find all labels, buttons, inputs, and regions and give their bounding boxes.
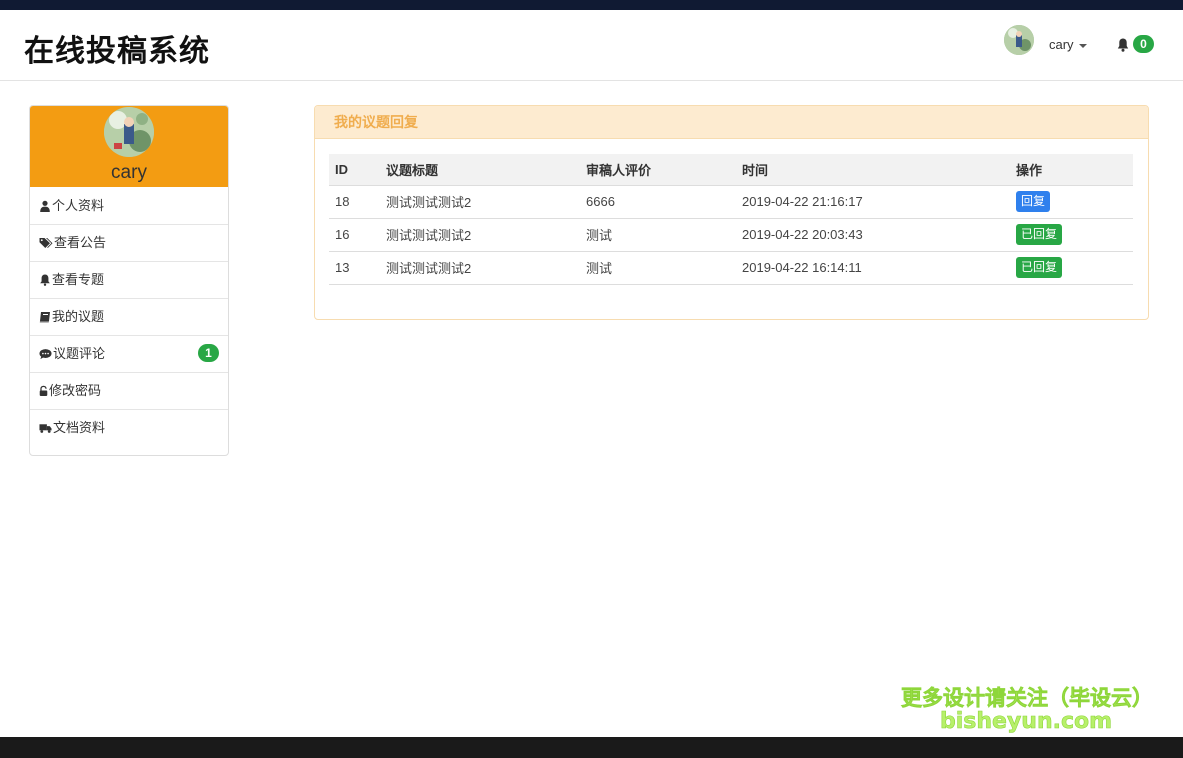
sidebar-item-label: 个人资料	[52, 197, 105, 213]
cell-review: 测试	[580, 251, 736, 285]
replied-button[interactable]: 已回复	[1016, 257, 1063, 278]
column-header-title: 议题标题	[380, 154, 580, 186]
column-header-action: 操作	[1010, 154, 1133, 186]
cell-action: 已回复	[1010, 218, 1133, 252]
truck-icon	[39, 424, 52, 433]
sidebar-menu: 个人资料 查看公告 查看专题 我的议题 议题评论 1 修改密码 文档资料	[30, 187, 228, 446]
nav-avatar[interactable]	[1004, 25, 1034, 55]
cell-review: 6666	[580, 185, 736, 219]
cell-id: 13	[329, 251, 380, 285]
table-row: 18 测试测试测试2 6666 2019-04-22 21:16:17 回复	[329, 185, 1133, 219]
table-row: 16 测试测试测试2 测试 2019-04-22 20:03:43 已回复	[329, 218, 1133, 252]
sidebar-item-comments[interactable]: 议题评论 1	[30, 335, 228, 372]
watermark-line2: bisheyun.com	[940, 709, 1113, 735]
cell-review: 测试	[580, 218, 736, 252]
table-row: 13 测试测试测试2 测试 2019-04-22 16:14:11 已回复	[329, 251, 1133, 285]
bell-icon[interactable]	[1117, 38, 1129, 52]
user-icon	[40, 200, 50, 212]
cell-time: 2019-04-22 21:16:17	[736, 185, 1010, 219]
cell-time: 2019-04-22 20:03:43	[736, 218, 1010, 252]
cell-action: 已回复	[1010, 251, 1133, 285]
cell-id: 18	[329, 185, 380, 219]
sidebar-item-label: 文档资料	[53, 420, 106, 435]
notification-badge[interactable]: 0	[1133, 35, 1154, 53]
column-header-review: 审稿人评价	[580, 154, 736, 186]
replies-table: ID 议题标题 审稿人评价 时间 操作 18 测试测试测试2 6666 2019…	[329, 154, 1133, 285]
footer-bar	[0, 737, 1183, 758]
bell-icon	[40, 274, 50, 286]
cell-title: 测试测试测试2	[380, 185, 580, 219]
replied-button[interactable]: 已回复	[1016, 224, 1063, 245]
reply-button[interactable]: 回复	[1016, 191, 1051, 212]
cell-action: 回复	[1010, 185, 1133, 219]
book-icon	[39, 312, 50, 323]
column-header-id: ID	[329, 154, 380, 186]
sidebar-item-documents[interactable]: 文档资料	[30, 409, 228, 446]
replies-panel: 我的议题回复 ID 议题标题 审稿人评价 时间 操作 18 测试测试测试2 66…	[314, 105, 1149, 320]
sidebar-item-label: 我的议题	[52, 309, 105, 324]
sidebar-item-announcements[interactable]: 查看公告	[30, 224, 228, 261]
tags-icon	[39, 238, 53, 248]
cell-id: 16	[329, 218, 380, 252]
sidebar-item-label: 查看专题	[52, 272, 105, 287]
column-header-time: 时间	[736, 154, 1010, 186]
top-strip	[0, 0, 1183, 10]
table-header-row: ID 议题标题 审稿人评价 时间 操作	[329, 154, 1133, 186]
brand-title[interactable]: 在线投稿系统	[24, 26, 210, 70]
sidebar-item-label: 修改密码	[49, 383, 102, 398]
sidebar-item-my-topics[interactable]: 我的议题	[30, 298, 228, 335]
navbar: 在线投稿系统 cary 0	[0, 10, 1183, 81]
sidebar-profile-header: cary	[30, 106, 228, 187]
cell-title: 测试测试测试2	[380, 218, 580, 252]
sidebar: cary 个人资料 查看公告 查看专题 我的议题 议题评论 1 修改密码 文档资…	[29, 105, 229, 456]
panel-title: 我的议题回复	[315, 106, 1148, 139]
sidebar-item-label: 议题评论	[53, 346, 106, 361]
comment-count-badge: 1	[198, 344, 219, 362]
cell-title: 测试测试测试2	[380, 251, 580, 285]
sidebar-avatar	[104, 107, 154, 157]
nav-username: cary	[1049, 37, 1074, 52]
sidebar-username: cary	[111, 162, 147, 183]
sidebar-item-topics[interactable]: 查看专题	[30, 261, 228, 298]
comment-icon	[39, 349, 52, 360]
sidebar-item-profile[interactable]: 个人资料	[30, 187, 228, 224]
watermark-line1: 更多设计请关注（毕设云）	[901, 686, 1154, 711]
cell-time: 2019-04-22 16:14:11	[736, 251, 1010, 285]
sidebar-item-label: 查看公告	[54, 235, 107, 250]
user-dropdown[interactable]: cary	[1049, 37, 1087, 52]
sidebar-item-change-password[interactable]: 修改密码	[30, 372, 228, 409]
lock-icon	[39, 385, 48, 396]
caret-down-icon	[1078, 43, 1087, 48]
